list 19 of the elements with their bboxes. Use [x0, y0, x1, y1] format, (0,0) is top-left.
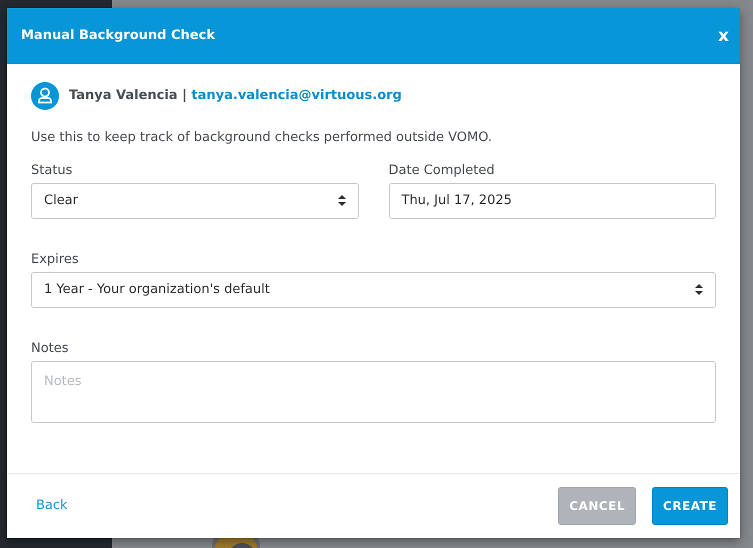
separator: | [182, 88, 187, 104]
user-icon [31, 82, 59, 110]
create-button[interactable]: CREATE [652, 487, 728, 525]
select-field[interactable]: 1 Year - Your organization's default [31, 272, 716, 308]
date-field[interactable]: Thu, Jul 17, 2025 [388, 182, 716, 218]
field-label: Date Completed [388, 162, 496, 178]
modal-title: Manual Background Check [21, 27, 215, 46]
select-field[interactable]: Clear [31, 182, 358, 218]
sort-caret-icon [338, 195, 346, 206]
field-label: Status [31, 162, 74, 178]
email-link[interactable]: tanya.valencia@virtuous.org [191, 88, 402, 104]
field-label: Notes [31, 340, 70, 356]
field-label: Expires [31, 250, 80, 268]
back-link[interactable]: Back [36, 496, 68, 516]
description-text: Use this to keep track of background checks performed outside VOMO. [31, 129, 494, 147]
close-button[interactable]: x [716, 28, 731, 44]
user-name: Tanya Valencia [69, 88, 178, 104]
notes-field[interactable]: Notes [31, 360, 716, 422]
sort-caret-icon [695, 284, 703, 295]
